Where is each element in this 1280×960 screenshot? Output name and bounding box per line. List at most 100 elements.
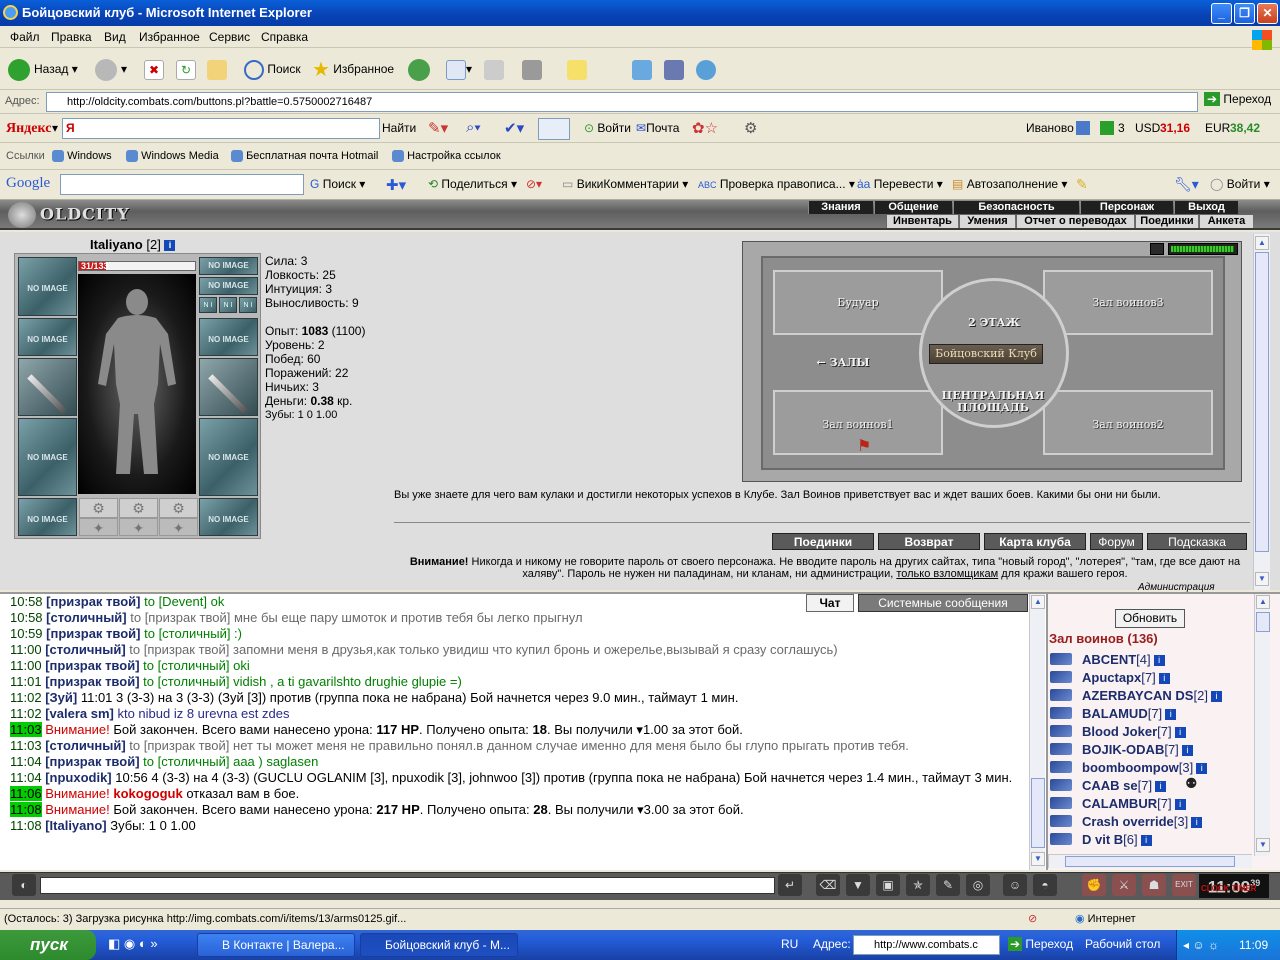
chat-scrollbar[interactable]: ▲ ▼ xyxy=(1029,594,1045,870)
info-icon[interactable]: i xyxy=(1174,727,1186,738)
address-input[interactable]: http://oldcity.combats.com/buttons.pl?ba… xyxy=(46,92,1198,112)
user-name[interactable]: Apuctapx xyxy=(1082,670,1141,685)
chat-nick[interactable]: [призрак твой] xyxy=(46,626,140,641)
refresh-users-button[interactable]: Обновить xyxy=(1115,609,1185,628)
user-name[interactable]: ABCENT xyxy=(1082,652,1136,667)
wrench-icon[interactable]: 🔧︎▾ xyxy=(1174,176,1199,193)
info-icon[interactable]: i xyxy=(1165,709,1177,720)
earrings-slot[interactable]: NO IMAGE xyxy=(199,257,258,275)
language-indicator[interactable]: RU xyxy=(781,937,798,951)
users-scrollbar[interactable]: ▲ ▼ xyxy=(1254,594,1270,856)
google-search-input[interactable] xyxy=(60,174,304,195)
left-weapon-slot[interactable] xyxy=(18,358,77,416)
menu-tools[interactable]: Сервис xyxy=(209,30,250,44)
plus-icon[interactable]: ✚▾ xyxy=(386,176,406,194)
menu-file[interactable]: Файл xyxy=(10,30,40,44)
info-icon[interactable]: i xyxy=(1140,835,1152,846)
chat-time[interactable]: 11:01 xyxy=(10,674,42,689)
link-windows-media[interactable]: Windows Media xyxy=(126,150,219,163)
highlight-icon[interactable]: ✎ xyxy=(1076,176,1088,193)
amulet-slot[interactable]: NO IMAGE xyxy=(199,277,258,295)
google-wiki-button[interactable]: ▭ ВикиКомментарии ▾ xyxy=(562,177,688,191)
fighter-icon[interactable]: ✯ xyxy=(906,874,930,896)
menu-help[interactable]: Справка xyxy=(261,30,308,44)
central-square-label[interactable]: ЦЕНТРАЛЬНАЯ ПЛОЩАДЬ xyxy=(933,390,1053,414)
desktop-toolbar[interactable]: Рабочий стол xyxy=(1085,937,1160,951)
chat-time[interactable]: 11:04 xyxy=(10,754,42,769)
favorites-button[interactable]: ★ Избранное xyxy=(312,56,394,82)
google-autofill-button[interactable]: ▤ Автозаполнение ▾ xyxy=(952,177,1067,191)
yandex-login-button[interactable]: ⊙ Войти xyxy=(584,121,631,135)
chat-time[interactable]: 10:58 xyxy=(10,610,43,625)
yandex-tools-icon[interactable]: ✎▾ xyxy=(428,119,448,137)
user-name[interactable]: CAAB se xyxy=(1082,778,1138,793)
google-spell-button[interactable]: ABC Проверка правописа... ▾ xyxy=(698,177,855,191)
info-icon[interactable]: i xyxy=(1155,781,1167,792)
chat-nick[interactable]: [Зуй] xyxy=(45,690,77,705)
chat-nick[interactable]: [valera sm] xyxy=(45,706,114,721)
chat-time[interactable]: 11:03 xyxy=(10,722,42,737)
private-message-icon[interactable] xyxy=(1050,671,1072,683)
tray-icons[interactable]: ◂ ☺ ☼ xyxy=(1183,930,1219,960)
leggings-slot[interactable]: NO IMAGE xyxy=(199,418,258,496)
info-icon[interactable]: i xyxy=(1158,673,1170,684)
pocket-slot-2[interactable]: ⚙ xyxy=(119,498,158,518)
task-vkontakte[interactable]: В Контакте | Валера... xyxy=(197,933,355,957)
translit-icon[interactable]: ✎ xyxy=(936,874,960,896)
nav-character[interactable]: Персонаж xyxy=(1080,201,1173,214)
yandex-bonus-icon[interactable]: ✿☆ xyxy=(692,119,718,137)
armor-slot[interactable]: NO IMAGE xyxy=(18,418,77,496)
chat-message-input[interactable] xyxy=(40,877,775,894)
scroll-up-icon[interactable]: ▲ xyxy=(1256,595,1270,609)
users-hscrollbar[interactable] xyxy=(1048,854,1252,868)
pocket-slot-1[interactable]: ⚙ xyxy=(79,498,118,518)
back-button[interactable]: Назад ▾ xyxy=(8,56,78,82)
info-icon[interactable]: i xyxy=(1153,655,1165,666)
user-row[interactable]: D vit B[6] i xyxy=(1050,831,1250,849)
smiles-icon[interactable]: ☺ xyxy=(1003,874,1027,896)
forum-button[interactable]: Форум xyxy=(1090,533,1143,550)
ring-slot-1[interactable]: N I xyxy=(199,297,217,313)
tab-system-messages[interactable]: Системные сообщения xyxy=(858,594,1028,612)
user-row[interactable]: Crash override[3] i xyxy=(1050,813,1250,831)
yandex-search-input[interactable]: Я xyxy=(62,118,380,139)
user-row[interactable]: CALAMBUR[7] i xyxy=(1050,795,1250,813)
helmet-icon[interactable]: ◓ xyxy=(1033,874,1057,896)
private-message-icon[interactable] xyxy=(1050,689,1072,701)
scroll-up-icon[interactable]: ▲ xyxy=(1031,595,1045,609)
home-button[interactable] xyxy=(207,56,227,82)
user-name[interactable]: BOJIK-ODAB xyxy=(1082,742,1164,757)
notes-button[interactable] xyxy=(567,56,587,82)
taskbar-address-input[interactable]: http://www.combats.c xyxy=(853,935,1000,955)
smile-menu-icon[interactable]: ◐ xyxy=(12,874,36,896)
user-row[interactable]: ABCENT[4] i xyxy=(1050,651,1250,669)
chat-nick[interactable]: [призрак твой] xyxy=(45,754,139,769)
private-message-icon[interactable] xyxy=(1050,761,1072,773)
chat-time[interactable]: 11:08 xyxy=(10,818,42,833)
chat-nick[interactable]: [столичный] xyxy=(45,738,125,753)
info-icon[interactable]: i xyxy=(164,240,176,251)
city-label[interactable]: Иваново xyxy=(1026,121,1074,135)
research-button[interactable] xyxy=(664,56,684,82)
private-message-icon[interactable] xyxy=(1050,707,1072,719)
nav-security[interactable]: Безопасность xyxy=(953,201,1079,214)
stop-button[interactable]: ✖ xyxy=(144,56,164,82)
belt-slot[interactable]: NO IMAGE xyxy=(18,498,77,536)
gloves-slot[interactable]: NO IMAGE xyxy=(199,318,258,356)
chat-nick[interactable]: kokogoguk xyxy=(113,786,182,801)
google-search-button[interactable]: G Поиск ▾ xyxy=(310,177,365,191)
chat-nick[interactable]: [npuxodik] xyxy=(45,770,111,785)
bracers-slot[interactable]: NO IMAGE xyxy=(18,318,77,356)
chat-time[interactable]: 11:00 xyxy=(10,642,42,657)
chat-speed-icon[interactable]: ◎ xyxy=(966,874,990,896)
filter-icon[interactable]: ▼ xyxy=(846,874,870,896)
scroll-down-icon[interactable]: ▼ xyxy=(1031,852,1045,866)
tab-chat[interactable]: Чат xyxy=(806,594,854,612)
link-hotmail[interactable]: Бесплатная почта Hotmail xyxy=(231,150,378,163)
chat-time[interactable]: 10:58 xyxy=(10,594,43,609)
yandex-mail-button[interactable]: ✉Почта xyxy=(636,121,679,135)
user-row[interactable]: BALAMUD[7] i xyxy=(1050,705,1250,723)
private-message-icon[interactable] xyxy=(1050,815,1072,827)
search-button[interactable]: Поиск xyxy=(244,56,301,82)
user-row[interactable]: BOJIK-ODAB[7] i xyxy=(1050,741,1250,759)
